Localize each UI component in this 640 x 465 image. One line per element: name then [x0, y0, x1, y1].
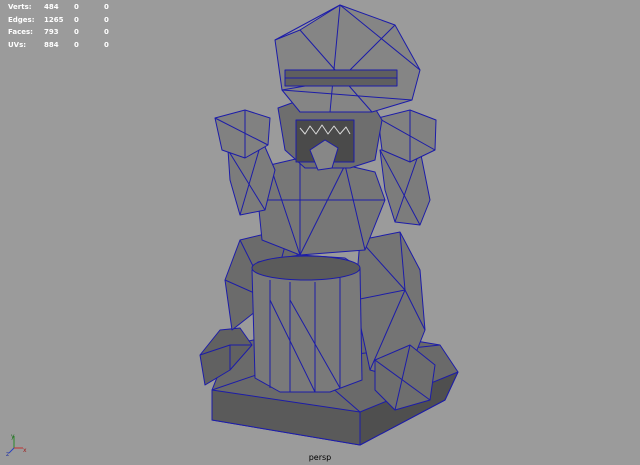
- mesh-head: [274, 4, 421, 113]
- mesh-right-arm: [379, 149, 431, 226]
- mesh-torso: [257, 157, 386, 256]
- mesh-drum-rim: [251, 255, 361, 281]
- wireframe-mesh[interactable]: [0, 0, 640, 465]
- camera-name-label: persp: [308, 453, 332, 462]
- persp-viewport[interactable]: Verts: 484 0 0 Edges: 1265 0 0 Faces: 79…: [0, 0, 640, 465]
- axis-y-label: y: [11, 433, 15, 440]
